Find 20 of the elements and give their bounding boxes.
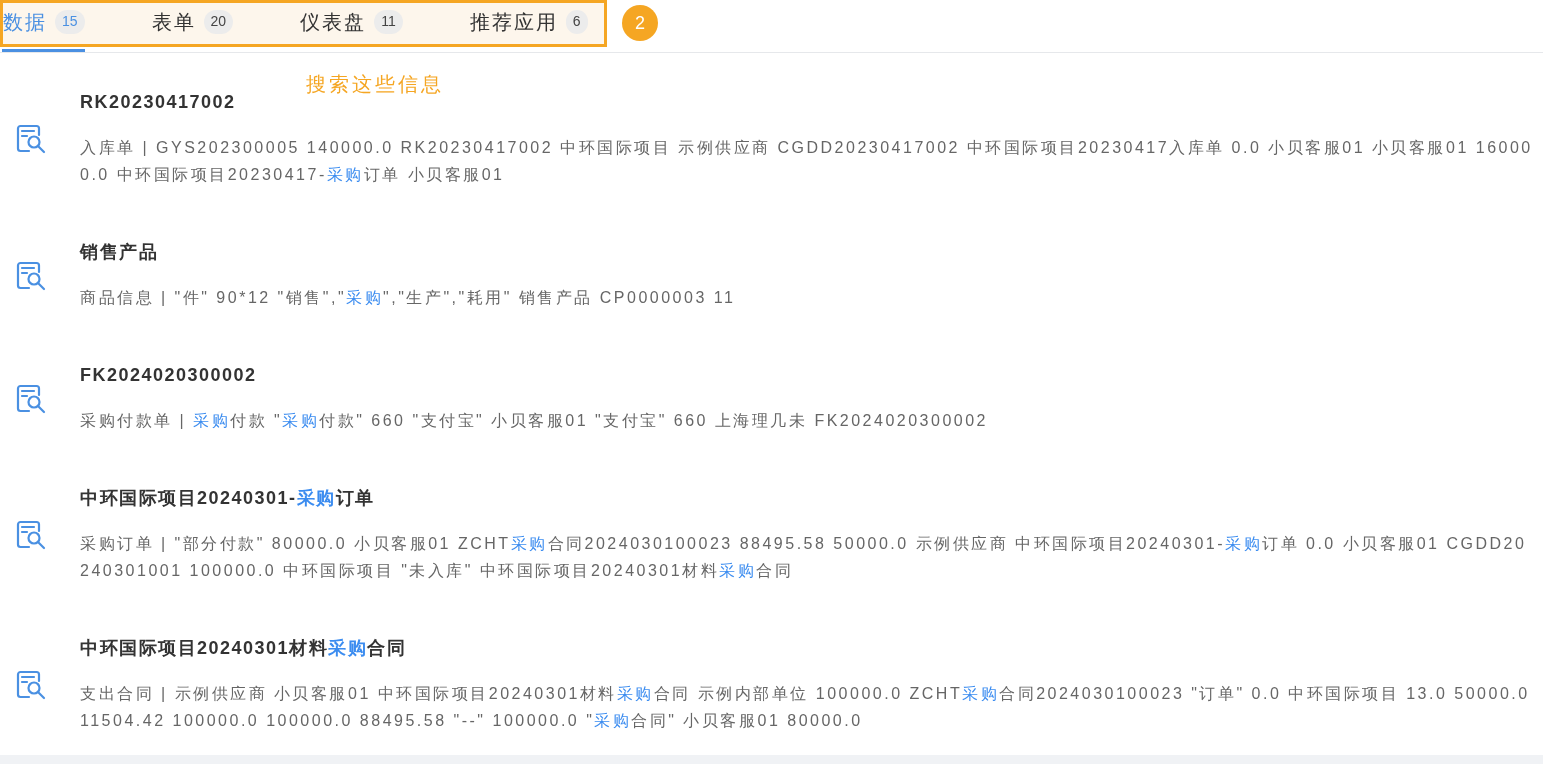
result-title: 中环国际项目20240301-采购订单 [80,487,376,510]
document-search-icon [16,670,46,700]
result-title: 销售产品 [80,241,159,264]
result-title: RK20230417002 [80,91,237,114]
result-description: 采购付款单 | 采购付款 "采购付款" 660 "支付宝" 小贝客服01 "支付宝" 660 上海理几未 FK2024020300002 [80,411,989,431]
tab[interactable]: 推荐应用 6 [468,0,588,52]
tab[interactable]: 仪表盘 11 [299,0,403,52]
step-number-badge: 2 [622,5,658,41]
result-description: 商品信息 | "件" 90*12 "销售","采购","生产","耗用" 销售产品 CP0000003 11 [80,288,737,308]
result-description: 支出合同 | 示例供应商 小贝客服01 中环国际项目20240301材料采购 合同 示例内部单位 100000.0 ZCHT采购合同2024030100023 "订单" 0.0 中环国际项目 13.0 50000.0 11504.42 100000.0 100000.0 88495.58 "--" 100000.0 "采购合同" 小贝客服01 80000.0 [80,684,1531,731]
document-search-icon [16,260,46,291]
result-description: 采购订单 | "部分付款" 80000.0 小贝客服01 ZCHT采购 合同2024030100023 88495.58 50000.0 示例供应商 中环国际项目20240301-采购订单 0.0 小贝客服01 CGDD20240301001 100000.0 中环国际项目 "未入库" 中环国际项目20240301材料采购合同 [80,534,1528,581]
result-title: FK2024020300002 [80,364,258,387]
annotation-caption: 搜索这些信息 [306,72,444,97]
document-search-icon [16,383,46,414]
result-title: 中环国际项目20240301材料采购合同 [80,637,408,660]
document-search-icon [16,520,46,550]
document-search-icon [16,124,46,154]
tab[interactable]: 表单 20 [150,0,234,52]
result-description: 入库单 | GYS202300005 140000.0 RK20230417002 中环国际项目 示例供应商 CGDD20230417002 中环国际项目20230417入库单 0.0 小贝客服01 小贝客服01 160000.0 中环国际项目20230417-采购 订单 小贝客服01 [80,138,1534,185]
